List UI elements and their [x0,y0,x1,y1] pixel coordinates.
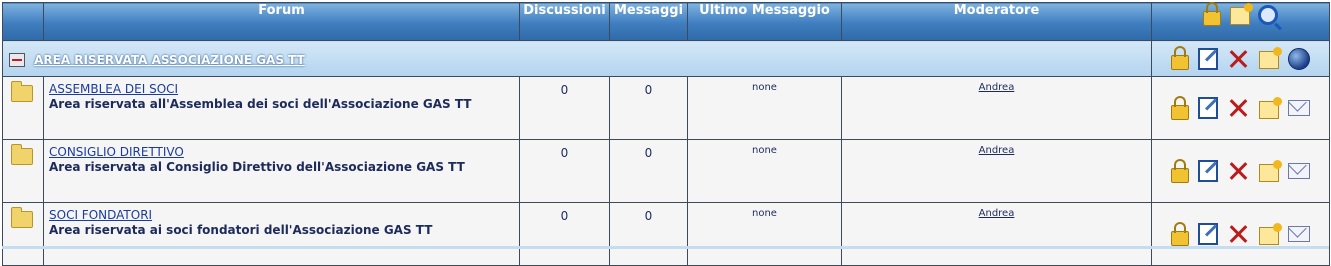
header-actions [1151,2,1330,41]
mail-icon[interactable] [1287,163,1310,179]
category-actions [1151,40,1330,77]
forum-posts-count: 0 [609,76,688,140]
forum-posts-count: 0 [609,139,688,203]
delete-icon[interactable] [1228,160,1250,182]
delete-icon[interactable] [1228,223,1250,245]
globe-icon[interactable] [1287,47,1310,70]
lock-icon[interactable] [1171,221,1190,246]
new-post-icon[interactable] [1258,47,1282,69]
lock-icon[interactable] [1202,2,1221,26]
lock-icon[interactable] [1171,46,1190,70]
forum-last-post: none [687,76,842,140]
header-posts: Messaggi [609,2,688,41]
forum-title-link[interactable]: ASSEMBLEA DEI SOCI [49,82,519,96]
category-row: AREA RISERVATA ASSOCIAZIONE GAS TT [2,40,1330,77]
forum-moderator-link[interactable]: Andrea [841,139,1152,203]
edit-icon[interactable] [1198,97,1219,119]
forum-description: Area riservata al Consiglio Direttivo de… [49,160,465,174]
category-link[interactable]: AREA RISERVATA ASSOCIAZIONE GAS TT [34,53,305,67]
forum-title-link[interactable]: CONSIGLIO DIRETTIVO [49,145,519,159]
mail-icon[interactable] [1287,100,1310,116]
header-blank [2,2,44,41]
folder-icon [11,144,33,165]
forum-actions [1151,202,1330,266]
new-post-icon[interactable] [1229,3,1253,25]
table-header: Forum Discussioni Messaggi Ultimo Messag… [2,2,1330,41]
forum-description: Area riservata ai soci fondatori dell'As… [49,223,433,237]
header-moderator: Moderatore [841,2,1152,41]
delete-icon[interactable] [1228,97,1250,119]
edit-icon[interactable] [1198,223,1219,245]
lock-icon[interactable] [1171,95,1190,120]
forum-topics-count: 0 [519,76,610,140]
forum-topics-count: 0 [519,139,610,203]
forum-row: SOCI FONDATORI Area riservata ai soci fo… [2,202,1330,266]
forum-actions [1151,76,1330,140]
collapse-toggle-icon[interactable] [9,52,25,67]
category-cell: AREA RISERVATA ASSOCIAZIONE GAS TT [2,40,1152,77]
forum-description: Area riservata all'Assemblea dei soci de… [49,97,472,111]
forum-info: CONSIGLIO DIRETTIVO Area riservata al Co… [43,139,520,203]
forum-title-link[interactable]: SOCI FONDATORI [49,208,519,222]
mail-icon[interactable] [1287,226,1310,242]
edit-icon[interactable] [1198,47,1219,70]
folder-icon [11,81,33,102]
forum-moderator-link[interactable]: Andrea [841,202,1152,266]
forum-info: SOCI FONDATORI Area riservata ai soci fo… [43,202,520,266]
lock-icon[interactable] [1171,158,1190,183]
header-forum: Forum [43,2,520,41]
forum-last-post: none [687,202,842,266]
forum-icon-cell [2,139,44,203]
new-post-icon[interactable] [1258,159,1282,182]
edit-icon[interactable] [1198,160,1219,182]
forum-topics-count: 0 [519,202,610,266]
forum-row: CONSIGLIO DIRETTIVO Area riservata al Co… [2,139,1330,203]
header-last-post: Ultimo Messaggio [687,2,842,41]
table-footer-bar [2,246,1329,249]
forum-icon-cell [2,76,44,140]
new-post-icon[interactable] [1258,222,1282,245]
forum-info: ASSEMBLEA DEI SOCI Area riservata all'As… [43,76,520,140]
forum-table: Forum Discussioni Messaggi Ultimo Messag… [2,2,1330,266]
forum-actions [1151,139,1330,203]
forum-icon-cell [2,202,44,266]
header-topics: Discussioni [519,2,610,41]
delete-icon[interactable] [1228,48,1250,70]
folder-icon [11,207,33,228]
forum-posts-count: 0 [609,202,688,266]
forum-row: ASSEMBLEA DEI SOCI Area riservata all'As… [2,76,1330,140]
forum-last-post: none [687,139,842,203]
new-post-icon[interactable] [1258,96,1282,119]
forum-moderator-link[interactable]: Andrea [841,76,1152,140]
search-icon[interactable] [1258,4,1279,25]
